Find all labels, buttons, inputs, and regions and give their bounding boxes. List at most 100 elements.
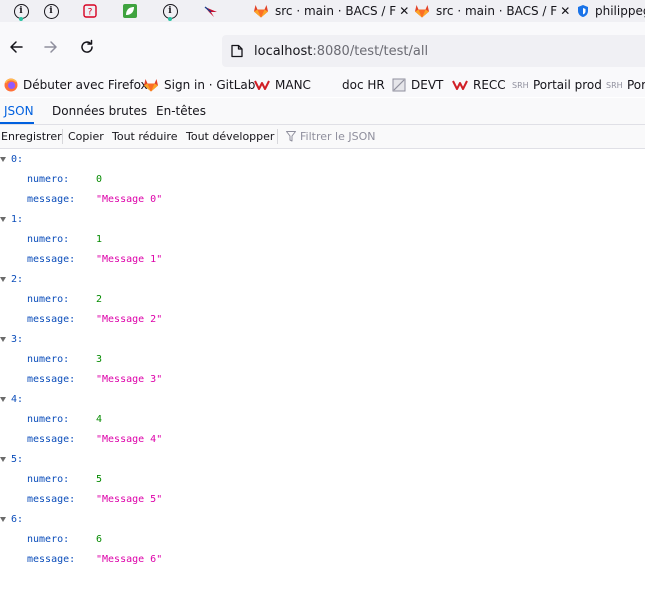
leaf-icon <box>123 4 137 18</box>
toolbar-separator <box>277 129 278 144</box>
close-tab-button[interactable]: ✕ <box>560 4 570 18</box>
json-object-row[interactable]: 4: <box>0 390 645 410</box>
expand-toggle-icon[interactable] <box>0 337 6 342</box>
pinned-tab-3[interactable]: ? <box>80 1 100 21</box>
pinned-tab-2[interactable]: i <box>41 1 61 21</box>
pinned-tab-6[interactable] <box>201 1 221 21</box>
expand-toggle-icon[interactable] <box>0 517 6 522</box>
json-property-row: message: "Message 6" <box>0 550 645 570</box>
json-index: 1: <box>11 214 24 225</box>
json-string-value: "Message 6" <box>96 554 163 565</box>
bookmark-label: Portail prod <box>533 78 602 92</box>
tab-raw-data[interactable]: Données brutes <box>52 98 147 124</box>
expand-toggle-icon[interactable] <box>0 397 6 402</box>
error-page-icon: ? <box>83 4 97 18</box>
bookmark-label: Sign in · GitLab <box>164 78 256 92</box>
forward-button[interactable] <box>38 34 64 60</box>
tab-json[interactable]: JSON <box>4 98 34 124</box>
copy-button[interactable]: Copier <box>68 125 104 148</box>
json-property-row: message: "Message 0" <box>0 190 645 210</box>
json-key: message: <box>27 314 76 325</box>
json-object-row[interactable]: 0: <box>0 150 645 170</box>
bookmark-portail-prod[interactable]: SRH Portail prod <box>512 75 602 95</box>
bookmark-label: DEVT <box>411 78 444 92</box>
json-property-row: message: "Message 4" <box>0 430 645 450</box>
pinned-tab-1[interactable]: i <box>11 1 31 21</box>
json-number-value: 0 <box>96 174 103 185</box>
browser-tab-2[interactable]: src · main · BACS / F ✕ <box>414 0 570 22</box>
json-property-row: numero: 5 <box>0 470 645 490</box>
json-key: numero: <box>27 174 70 185</box>
json-number-value: 6 <box>96 534 103 545</box>
url-bar[interactable]: localhost:8080/test/test/all <box>222 35 645 67</box>
json-number-value: 3 <box>96 354 103 365</box>
browser-tab-1[interactable]: src · main · BACS / F ✕ <box>253 0 409 22</box>
attention-dot-icon <box>19 17 23 21</box>
arrow-left-icon <box>10 41 23 53</box>
expand-toggle-icon[interactable] <box>0 157 6 162</box>
bookmark-portail-2[interactable]: SRH Por <box>606 75 645 95</box>
json-index: 3: <box>11 334 24 345</box>
tab-title: src · main · BACS / F <box>275 4 397 18</box>
back-button[interactable] <box>3 34 29 60</box>
url-path: :8080/test/test/all <box>312 43 429 59</box>
reload-button[interactable] <box>74 34 100 60</box>
json-key: numero: <box>27 294 70 305</box>
bookmark-manc[interactable]: MANC <box>254 75 311 95</box>
page-icon <box>392 78 406 92</box>
json-key: message: <box>27 494 76 505</box>
json-property-row: numero: 6 <box>0 530 645 550</box>
json-property-row: message: "Message 1" <box>0 250 645 270</box>
json-property-row: numero: 4 <box>0 410 645 430</box>
bookmark-doc-hr[interactable]: doc HR <box>323 75 385 95</box>
browser-tab-3[interactable]: philippeg <box>577 0 645 22</box>
json-number-value: 2 <box>96 294 103 305</box>
json-object-row[interactable]: 3: <box>0 330 645 350</box>
gitlab-fox-icon <box>254 5 268 18</box>
json-index: 2: <box>11 274 24 285</box>
json-number-value: 4 <box>96 414 103 425</box>
bookmark-label: Débuter avec Firefox <box>23 78 148 92</box>
reload-icon <box>81 39 93 53</box>
json-object-row[interactable]: 2: <box>0 270 645 290</box>
svg-text:SRH: SRH <box>512 81 528 90</box>
bookmark-recc[interactable]: RECC <box>452 75 506 95</box>
bookmark-devt[interactable]: DEVT <box>392 75 443 95</box>
bookmark-sign-in-gitlab[interactable]: Sign in · GitLab <box>143 75 255 95</box>
json-object-row[interactable]: 5: <box>0 450 645 470</box>
collapse-all-button[interactable]: Tout réduire <box>112 125 177 148</box>
page-info-icon[interactable] <box>230 44 244 58</box>
filter-json-input[interactable]: Filtrer le JSON <box>286 125 375 148</box>
json-object-row[interactable]: 6: <box>0 510 645 530</box>
json-index: 5: <box>11 454 24 465</box>
json-key: numero: <box>27 534 70 545</box>
pinned-tab-4[interactable] <box>120 1 140 21</box>
expand-toggle-icon[interactable] <box>0 277 6 282</box>
pinned-tab-5[interactable]: i <box>160 1 180 21</box>
json-tree: 0: numero: 0 message: "Message 0" 1: numer… <box>0 150 645 570</box>
json-key: numero: <box>27 474 70 485</box>
json-key: numero: <box>27 234 70 245</box>
expand-toggle-icon[interactable] <box>0 457 6 462</box>
json-key: numero: <box>27 414 70 425</box>
svg-text:SRH: SRH <box>606 81 622 90</box>
filter-placeholder: Filtrer le JSON <box>300 130 376 143</box>
json-property-row: numero: 0 <box>0 170 645 190</box>
expand-all-button[interactable]: Tout développer <box>186 125 274 148</box>
json-index: 0: <box>11 154 24 165</box>
bird-logo-icon <box>204 6 217 17</box>
json-object-row[interactable]: 1: <box>0 210 645 230</box>
json-string-value: "Message 3" <box>96 374 163 385</box>
save-button[interactable]: Enregistrer <box>1 125 62 148</box>
blank-page-icon <box>323 78 337 92</box>
tab-headers[interactable]: En-têtes <box>156 98 206 124</box>
tab-strip: i i ? i src · main · BACS / F ✕ src · ma… <box>0 0 645 22</box>
json-string-value: "Message 0" <box>96 194 163 205</box>
json-key: numero: <box>27 354 70 365</box>
expand-toggle-icon[interactable] <box>0 217 6 222</box>
gitlab-fox-icon <box>415 5 429 18</box>
close-tab-button[interactable]: ✕ <box>399 4 409 18</box>
red-logo-icon <box>452 79 468 91</box>
tab-title: src · main · BACS / F <box>436 4 558 18</box>
bookmark-debuter-firefox[interactable]: Débuter avec Firefox <box>4 75 148 95</box>
